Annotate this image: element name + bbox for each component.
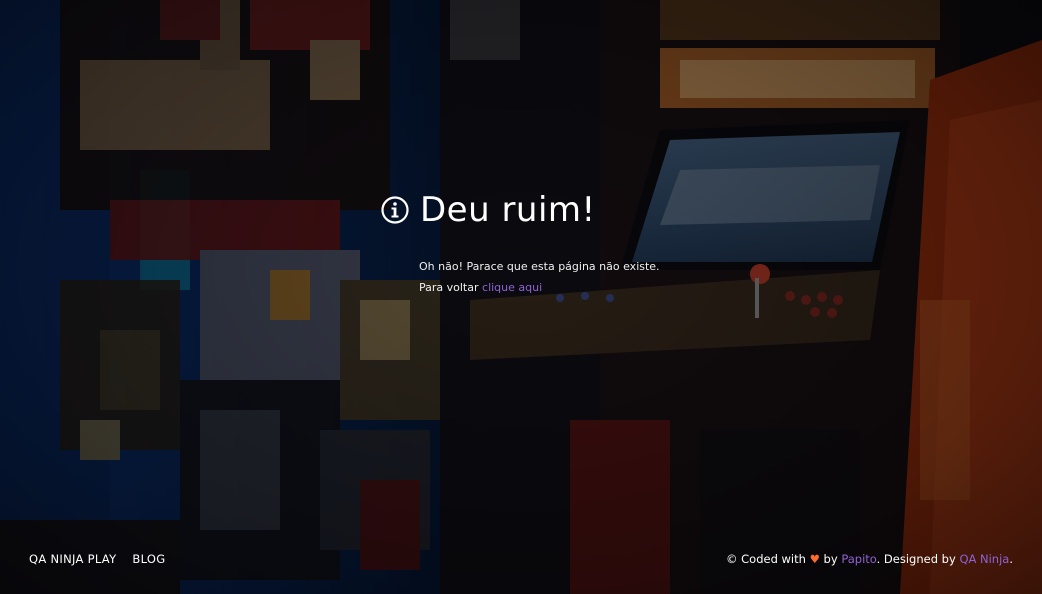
designer-link[interactable]: QA Ninja (959, 552, 1009, 566)
author-link[interactable]: Papito (841, 552, 876, 566)
credits-designed-by: . Designed by (876, 552, 956, 566)
footer-link-qa-ninja-play[interactable]: QA NINJA PLAY (29, 552, 116, 566)
credits-prefix: © Coded with (725, 552, 806, 566)
back-home-link[interactable]: clique aqui (482, 281, 542, 294)
credits-by: by (823, 552, 838, 566)
error-heading: Deu ruim! (380, 188, 720, 232)
footer-link-blog[interactable]: BLOG (132, 552, 165, 566)
error-panel: Deu ruim! Oh não! Parace que esta página… (380, 188, 720, 298)
error-message: Oh não! Parace que esta página não exist… (419, 260, 660, 273)
back-prefix: Para voltar (419, 281, 479, 294)
error-description: Oh não! Parace que esta página não exist… (419, 256, 720, 298)
footer-credits: © Coded with ♥ by Papito. Designed by QA… (726, 552, 1013, 566)
page-title: Deu ruim! (420, 190, 596, 230)
info-icon (380, 195, 410, 225)
heart-icon: ♥ (809, 552, 820, 566)
credits-suffix: . (1009, 552, 1013, 566)
page-root: Deu ruim! Oh não! Parace que esta página… (0, 0, 1042, 594)
back-line: Para voltar clique aqui (419, 277, 720, 298)
footer-nav: QA NINJA PLAY BLOG (29, 552, 165, 566)
